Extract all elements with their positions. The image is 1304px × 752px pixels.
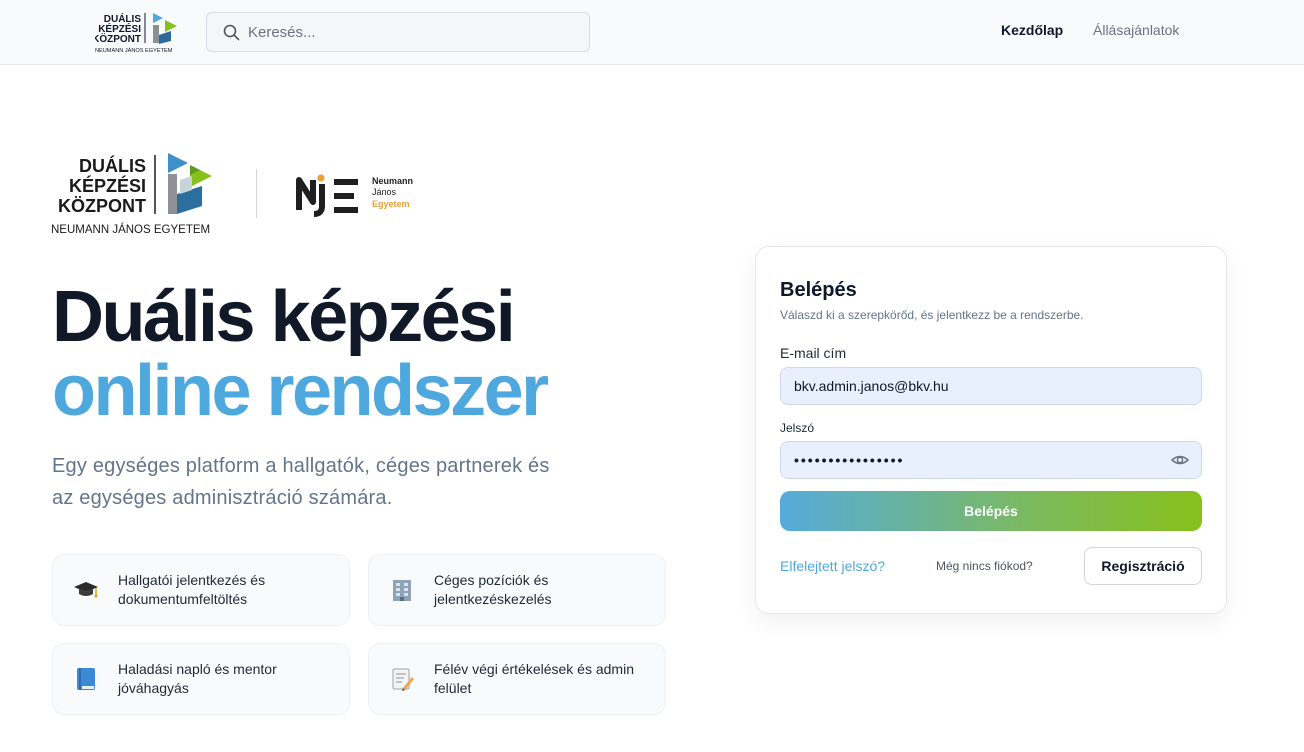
- email-field[interactable]: bkv.admin.janos@bkv.hu: [780, 367, 1202, 405]
- nav-jobs-link[interactable]: Állásajánlatok: [1093, 22, 1179, 38]
- graduation-cap-icon: [73, 577, 99, 603]
- feature-text: Céges pozíciók és jelentkezéskezelés: [434, 572, 552, 607]
- dkk-line1: DUÁLIS: [79, 155, 146, 176]
- brand-divider: [256, 169, 257, 218]
- dkk-logo: DUÁLIS KÉPZÉSI KÖZPONT NEUMANN JÁNOS EGY…: [51, 153, 212, 236]
- dkk-line2: KÉPZÉSI: [69, 175, 146, 196]
- login-card: Belépés Válaszd ki a szerepkörőd, és jel…: [755, 246, 1227, 614]
- nje-line1: Neumann: [372, 176, 413, 186]
- logo-line3: KÖZPONT: [95, 32, 141, 45]
- nje-line3: Egyetem: [372, 199, 410, 209]
- nje-logo: Neumann János Egyetem: [296, 174, 413, 217]
- eye-icon[interactable]: [1171, 452, 1189, 468]
- office-building-icon: [389, 577, 415, 603]
- book-icon: [73, 666, 99, 692]
- feature-card-company: Céges pozíciók és jelentkezéskezelés: [368, 554, 666, 626]
- search-icon: [223, 24, 240, 40]
- login-subtitle: Válaszd ki a szerepkörőd, és jelentkezz …: [780, 308, 1084, 322]
- search-bar[interactable]: [206, 12, 590, 52]
- top-navigation-bar: DUÁLIS KÉPZÉSI KÖZPONT NEUMANN JÁNOS EGY…: [0, 0, 1304, 65]
- hero-title-line2: online rendszer: [52, 351, 549, 431]
- forgot-password-link[interactable]: Elfelejtett jelszó?: [780, 558, 885, 574]
- feature-text: Félév végi értékelések és admin felület: [434, 661, 634, 696]
- nav-home-link[interactable]: Kezdőlap: [1001, 22, 1063, 38]
- dkk-line3: KÖZPONT: [58, 196, 146, 216]
- feature-text: Haladási napló és mentor jóváhagyás: [118, 661, 277, 696]
- nje-line2: János: [372, 187, 397, 197]
- register-button[interactable]: Regisztráció: [1084, 547, 1202, 585]
- search-input[interactable]: [248, 23, 568, 41]
- dkk-header-logo[interactable]: DUÁLIS KÉPZÉSI KÖZPONT NEUMANN JÁNOS EGY…: [95, 11, 185, 55]
- feature-text: Hallgatói jelentkezés és dokumentumfeltö…: [118, 572, 266, 607]
- hero-subtitle: Egy egységes platform a hallgatók, céges…: [52, 455, 550, 509]
- no-account-text: Még nincs fiókod?: [936, 559, 1033, 573]
- memo-icon: [389, 666, 415, 692]
- feature-card-evaluation: Félév végi értékelések és admin felület: [368, 643, 666, 715]
- feature-card-progress: Haladási napló és mentor jóváhagyás: [52, 643, 350, 715]
- login-button[interactable]: Belépés: [780, 491, 1202, 531]
- password-label: Jelszó: [780, 421, 815, 435]
- hero-title: Duális képzési online rendszer: [52, 277, 549, 431]
- dkk-line4: NEUMANN JÁNOS EGYETEM: [51, 223, 210, 236]
- brand-logos: DUÁLIS KÉPZÉSI KÖZPONT NEUMANN JÁNOS EGY…: [50, 150, 430, 240]
- hero-title-line1: Duális képzési: [52, 277, 516, 357]
- password-field[interactable]: ••••••••••••••••: [780, 441, 1202, 479]
- logo-line4: NEUMANN JÁNOS EGYETEM: [95, 47, 173, 54]
- login-title: Belépés: [780, 279, 857, 301]
- email-label: E-mail cím: [780, 345, 847, 361]
- feature-card-student: Hallgatói jelentkezés és dokumentumfeltö…: [52, 554, 350, 626]
- password-value: ••••••••••••••••: [794, 452, 905, 468]
